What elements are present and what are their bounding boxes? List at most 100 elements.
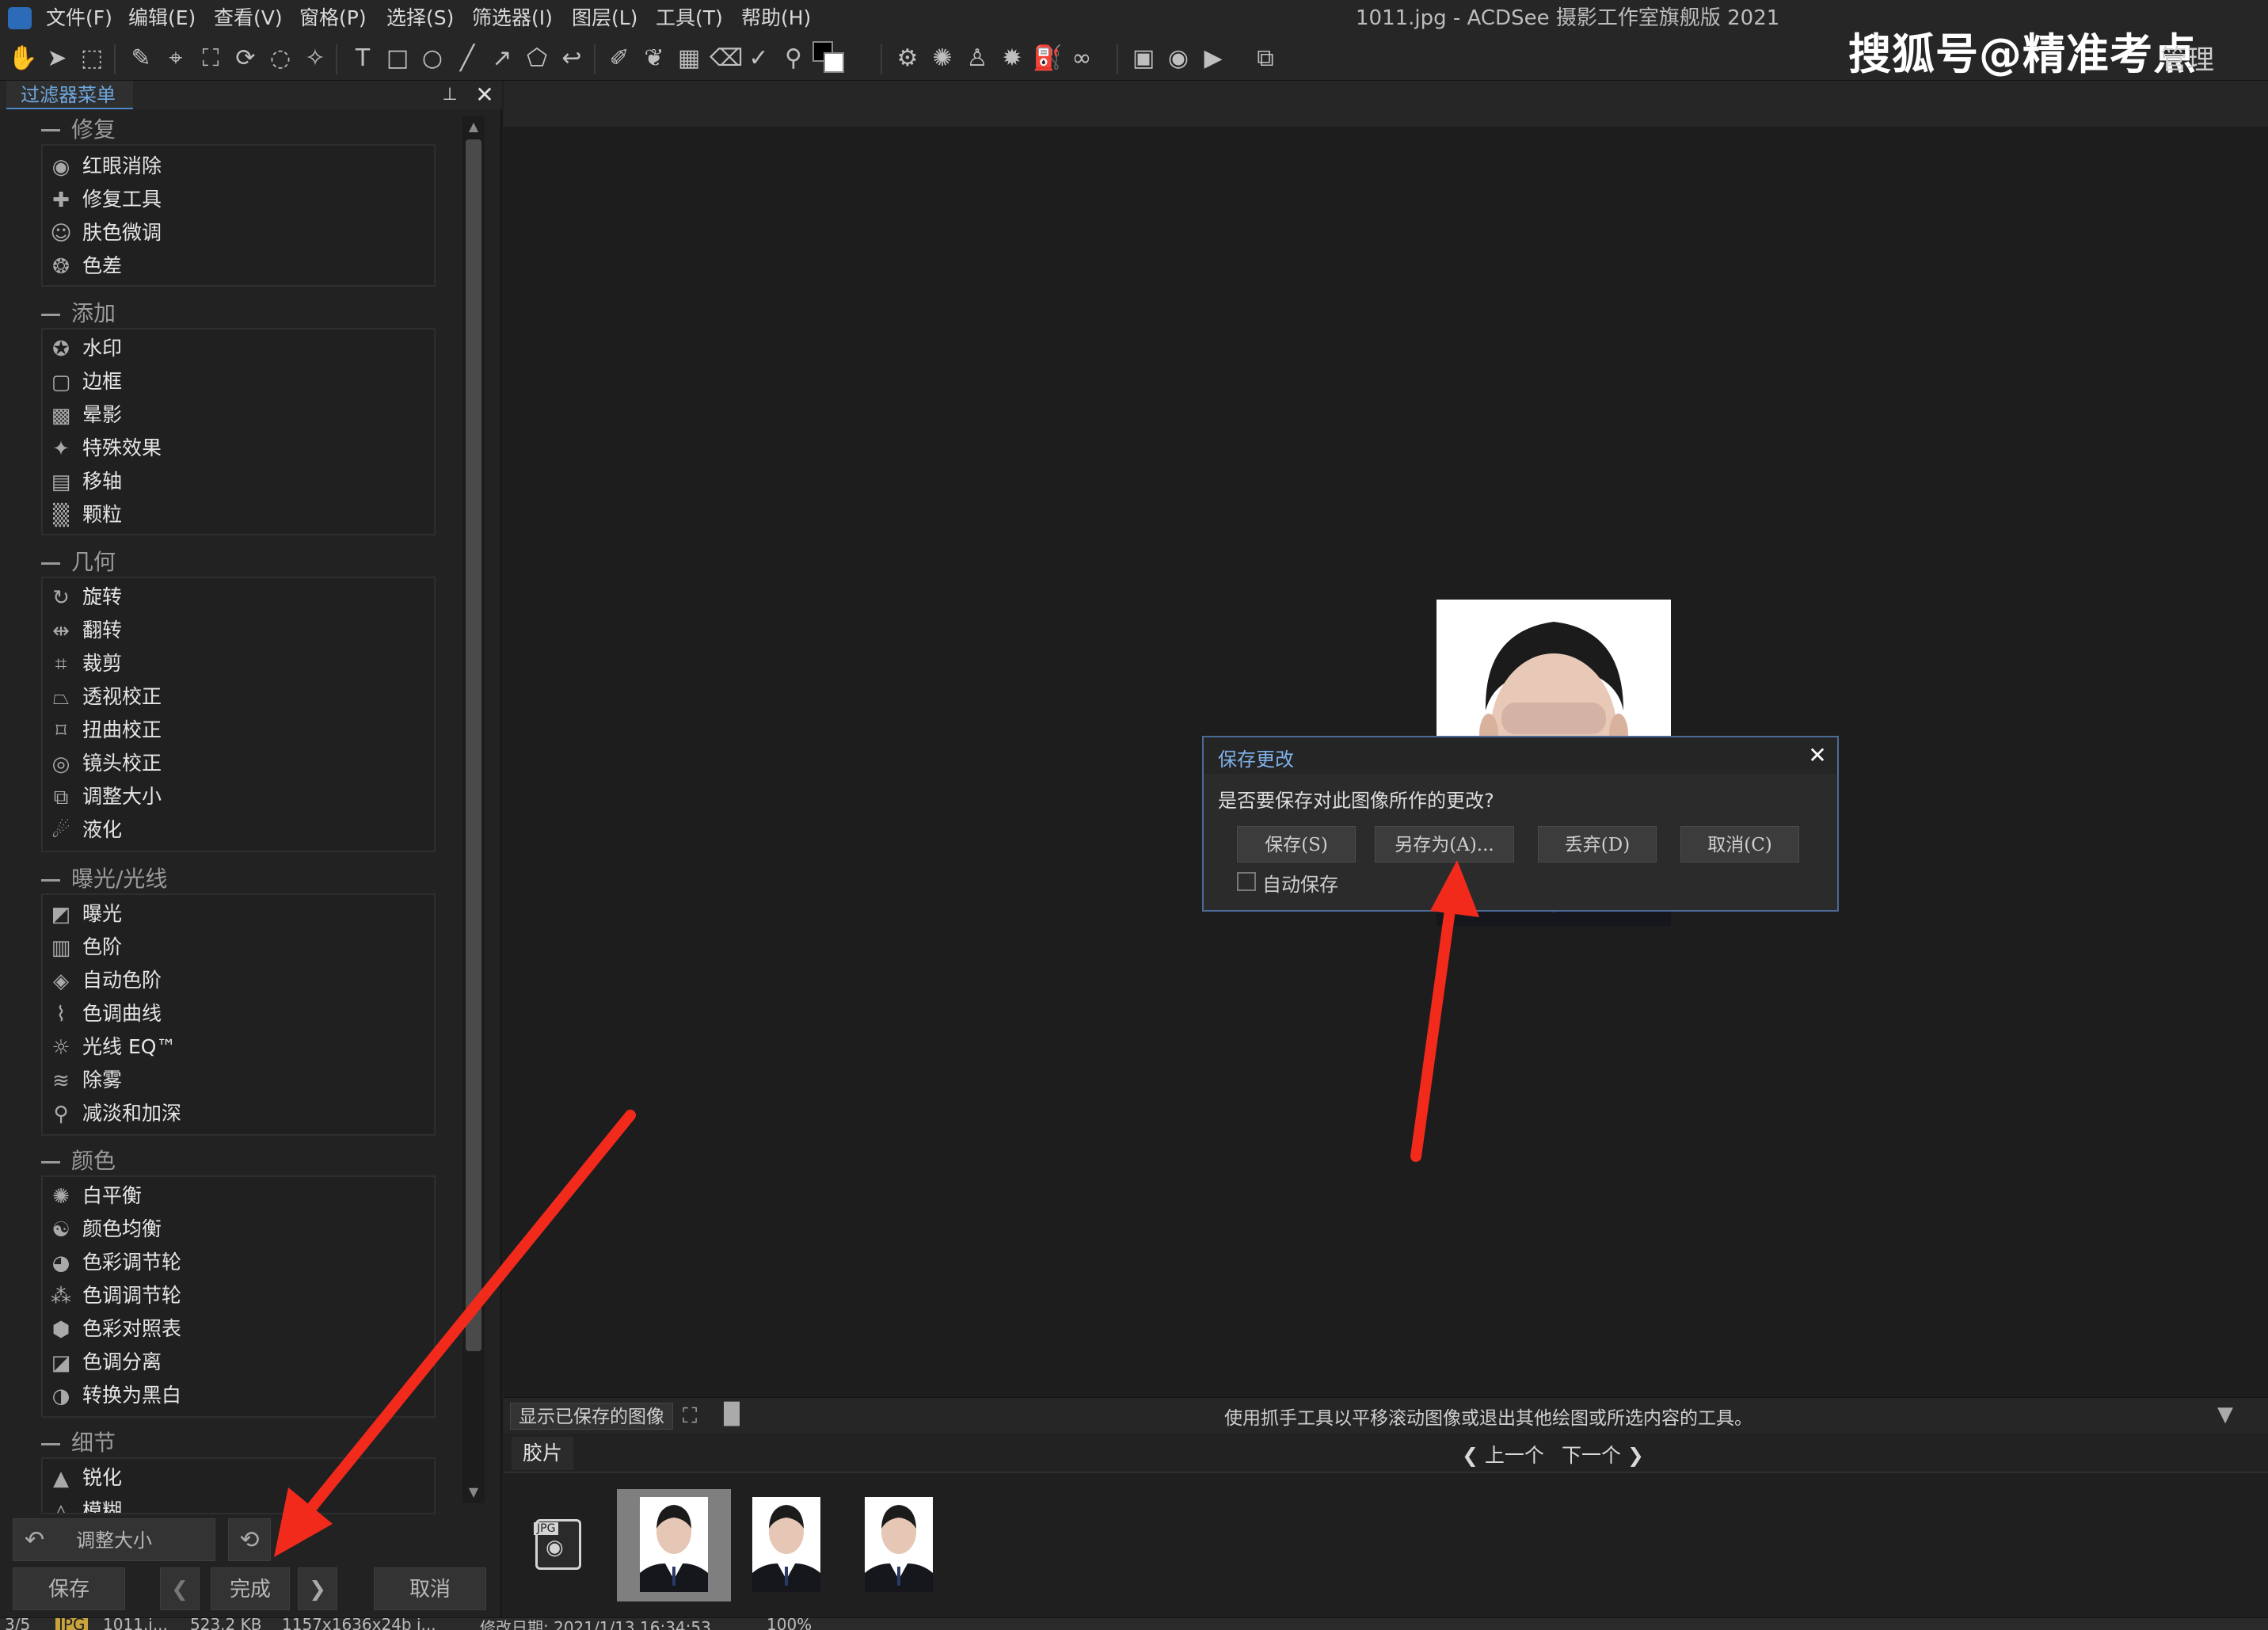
effect-tool-icon[interactable]: ⚙ [893,44,922,73]
stop-icon[interactable]: ▣ [1129,44,1158,73]
rectangle-tool-icon[interactable]: □ [383,44,412,73]
filter-item-grain[interactable]: ▒ 颗粒 [49,499,122,531]
menu-view[interactable]: 查看(V) [214,5,283,32]
filter-item-vignette[interactable]: ▩ 晕影 [49,399,122,431]
section-repair-title[interactable]: 修复 [71,116,116,144]
filter-item-redeye[interactable]: ◉ 红眼消除 [49,150,162,182]
scroll-thumb[interactable] [466,139,481,1351]
section-add-title[interactable]: 添加 [71,299,116,328]
filter-item-resize[interactable]: ⧉ 调整大小 [49,781,162,813]
arrow-tool-icon[interactable]: ↗ [488,44,516,73]
close-panel-icon[interactable]: ✕ [472,82,497,108]
menu-layer[interactable]: 图层(L) [572,5,637,32]
filter-item-blur[interactable]: △ 模糊 [49,1495,122,1513]
dialog-save-button[interactable]: 保存(S) [1237,826,1356,863]
filter-item-special-effects[interactable]: ✦ 特殊效果 [49,432,162,464]
smudge-tool-icon[interactable]: ✓ [744,44,773,73]
menu-help[interactable]: 帮助(H) [741,5,811,32]
section-geometry-title[interactable]: 几何 [71,548,116,577]
autosave-checkbox[interactable] [1237,872,1256,891]
dialog-cancel-button[interactable]: 取消(C) [1680,826,1799,863]
histogram-icon[interactable]: ▐▌ [716,1403,748,1426]
lasso-tool-icon[interactable]: ◌ [266,44,295,73]
filter-item-split-tone[interactable]: ◪ 色调分离 [49,1346,162,1378]
filter-item-auto-levels[interactable]: ◈ 自动色阶 [49,965,162,996]
filter-item-border[interactable]: ▢ 边框 [49,366,122,398]
settings-tool-icon[interactable]: ✺ [928,44,957,73]
filter-item-tilt-shift[interactable]: ▤ 移轴 [49,466,122,497]
undo-button[interactable]: ↶ 调整大小 [13,1518,215,1561]
batch-icon[interactable]: ⧉ [1251,44,1280,73]
polygon-lasso-icon[interactable]: ⌖ [162,44,190,73]
previous-image-button[interactable]: ❮ 上一个 [1462,1440,1544,1468]
scroll-down-icon[interactable]: ▼ [462,1481,485,1503]
collapse-detail-icon[interactable] [41,1443,60,1445]
filter-item-rotate[interactable]: ↻ 旋转 [49,581,122,613]
scroll-up-icon[interactable]: ▲ [462,116,485,138]
bucket-tool-icon[interactable]: ⛽ [1033,44,1062,73]
filter-item-chromatic[interactable]: ❂ 色差 [49,250,122,282]
filter-item-dodge-burn[interactable]: ⚲ 减淡和加深 [49,1098,181,1129]
marquee-tool-icon[interactable]: ⬚ [78,44,106,73]
polygon-tool-icon[interactable]: ⬠ [523,44,551,73]
filter-item-tone-wheels[interactable]: ⁂ 色调调节轮 [49,1280,181,1312]
filter-item-levels[interactable]: ▥ 色阶 [49,931,122,963]
dialog-save-as-button[interactable]: 另存为(A)... [1375,826,1514,863]
filter-item-crop[interactable]: ⌗ 裁剪 [49,648,122,680]
dialog-discard-button[interactable]: 丢弃(D) [1538,826,1657,863]
filter-item-skin-tune[interactable]: ☺ 肤色微调 [49,217,162,249]
filter-item-flip[interactable]: ⇹ 翻转 [49,615,122,646]
chevron-down-icon[interactable]: ▼ [2217,1403,2233,1426]
collapse-repair-icon[interactable] [41,129,60,131]
filter-item-watermark[interactable]: ✪ 水印 [49,333,122,364]
next-image-button[interactable]: 下一个 ❯ [1562,1440,1644,1468]
play-icon[interactable]: ▶ [1199,44,1227,73]
section-color-title[interactable]: 颜色 [71,1147,116,1175]
pin-icon[interactable]: ⊥ [440,84,459,106]
filmstrip-tab[interactable]: 胶片 [512,1437,574,1470]
menu-select[interactable]: 选择(S) [386,5,454,32]
thumbnail-2[interactable] [752,1497,820,1592]
light-tool-icon[interactable]: ✹ [998,44,1026,73]
filter-item-black-white[interactable]: ◑ 转换为黑白 [49,1380,181,1411]
hand-tool-icon[interactable]: ✋ [8,44,37,73]
background-color-swatch[interactable] [824,52,844,73]
edit-brush-icon[interactable]: ✎ [127,44,155,73]
menu-tools[interactable]: 工具(T) [656,5,723,32]
save-button[interactable]: 保存 [13,1567,125,1610]
transform-icon[interactable]: ⛶ [196,44,225,73]
show-saved-image-button[interactable]: 显示已保存的图像 [510,1403,673,1430]
record-icon[interactable]: ◉ [1164,44,1193,73]
fullscreen-icon[interactable]: ⛶ [683,1404,697,1429]
text-tool-icon[interactable]: T [348,44,377,73]
done-button[interactable]: 完成 [211,1567,290,1610]
next-arrow-button[interactable]: ❯ [298,1567,337,1610]
collapse-geometry-icon[interactable] [41,562,60,565]
filter-item-perspective[interactable]: ⏢ 透视校正 [49,681,162,713]
curve-tool-icon[interactable]: ↩ [557,44,586,73]
cancel-button[interactable]: 取消 [374,1567,486,1610]
person-tool-icon[interactable]: ♙ [963,44,991,73]
reset-button[interactable]: ⟲ [228,1518,271,1561]
move-tool-icon[interactable]: ➤ [43,44,71,73]
filter-item-sharpen[interactable]: ▲ 锐化 [49,1462,122,1494]
filter-item-color-wheel[interactable]: ◕ 色彩调节轮 [49,1247,181,1278]
gradient-tool-icon[interactable]: ▦ [675,44,703,73]
panel-scrollbar[interactable]: ▲ ▼ [462,116,485,1503]
collapse-color-icon[interactable] [41,1161,60,1163]
filter-menu-tab[interactable]: 过滤器菜单 [6,81,133,109]
collapse-add-icon[interactable] [41,314,60,316]
ellipse-tool-icon[interactable]: ○ [418,44,447,73]
magic-wand-icon[interactable]: ✧ [301,44,329,73]
filter-item-distortion[interactable]: ⌑ 扭曲校正 [49,714,162,746]
filter-item-dehaze[interactable]: ≋ 除雾 [49,1064,122,1096]
filter-item-exposure[interactable]: ◩ 曝光 [49,898,122,930]
menu-pane[interactable]: 窗格(P) [299,5,367,32]
collapse-exposure-icon[interactable] [41,879,60,882]
filter-item-light-eq[interactable]: ☼ 光线 EQ™ [49,1031,176,1063]
menu-filter[interactable]: 筛选器(I) [472,5,553,32]
filter-item-tone-curves[interactable]: ⌇ 色调曲线 [49,998,162,1030]
prev-arrow-button[interactable]: ❮ [160,1567,200,1610]
eraser-tool-icon[interactable]: ⌫ [710,44,743,73]
menu-file[interactable]: 文件(F) [46,5,112,32]
